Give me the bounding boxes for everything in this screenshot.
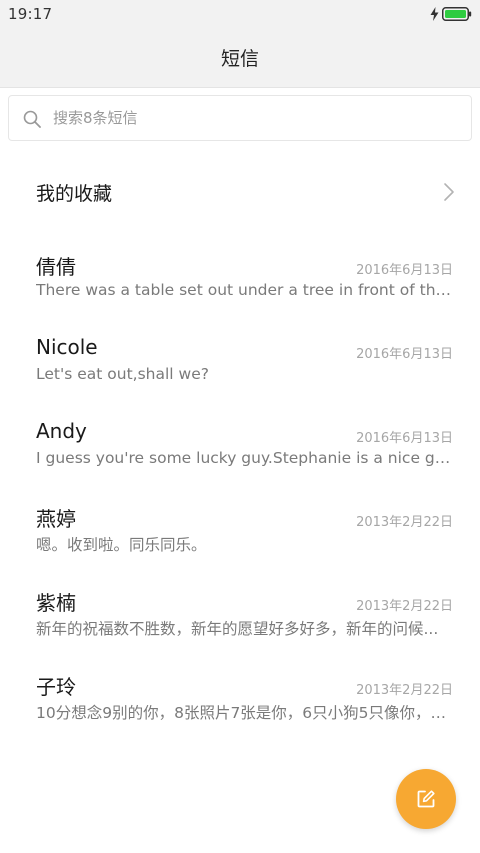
conversation-item[interactable]: 紫楠 2013年2月22日 新年的祝福数不胜数，新年的愿望好多好多，新年的问候.…: [0, 579, 480, 663]
contact-name: 燕婷: [36, 507, 76, 531]
contact-name: Nicole: [36, 335, 98, 359]
message-snippet: Let's eat out,shall we?: [36, 365, 209, 383]
message-date: 2016年6月13日: [356, 263, 453, 278]
chevron-right-icon: [444, 183, 454, 201]
page-title: 短信: [220, 48, 259, 70]
app-header: 19:17 短信: [0, 0, 480, 88]
message-date: 2013年2月22日: [356, 599, 453, 614]
message-date: 2016年6月13日: [356, 347, 453, 362]
status-indicators: [430, 6, 472, 22]
compose-button[interactable]: [396, 769, 456, 829]
conversation-item[interactable]: Andy 2016年6月13日 I guess you're some luck…: [0, 411, 480, 495]
search-icon: [23, 110, 41, 128]
compose-icon: [417, 790, 435, 808]
message-snippet: 新年的祝福数不胜数，新年的愿望好多好多，新年的问候...: [36, 620, 439, 638]
status-time: 19:17: [8, 5, 53, 23]
message-snippet: 10分想念9别的你，8张照片7张是你，6只小狗5只像你，4...: [36, 704, 452, 722]
message-snippet: I guess you're some lucky guy.Stephanie …: [36, 449, 452, 467]
favorites-label: 我的收藏: [36, 183, 113, 205]
status-bar: 19:17: [0, 0, 480, 28]
contact-name: 子玲: [36, 675, 76, 699]
search-input[interactable]: [53, 96, 453, 140]
battery-charging-icon: [442, 7, 472, 21]
contact-name: Andy: [36, 419, 87, 443]
message-date: 2016年6月13日: [356, 431, 453, 446]
message-date: 2013年2月22日: [356, 515, 453, 530]
conversation-item[interactable]: 倩倩 2016年6月13日 There was a table set out …: [0, 243, 480, 327]
conversation-item[interactable]: 燕婷 2013年2月22日 嗯。收到啦。同乐同乐。: [0, 495, 480, 579]
message-snippet: There was a table set out under a tree i…: [36, 281, 452, 299]
conversation-item[interactable]: 子玲 2013年2月22日 10分想念9别的你，8张照片7张是你，6只小狗5只像…: [0, 663, 480, 747]
favorites-row[interactable]: 我的收藏: [0, 160, 480, 224]
conversation-list: 倩倩 2016年6月13日 There was a table set out …: [0, 243, 480, 747]
message-snippet: 嗯。收到啦。同乐同乐。: [36, 536, 207, 554]
contact-name: 倩倩: [36, 255, 76, 279]
conversation-item[interactable]: Nicole 2016年6月13日 Let's eat out,shall we…: [0, 327, 480, 411]
search-box[interactable]: [8, 95, 472, 141]
bolt-icon: [430, 7, 439, 21]
message-date: 2013年2月22日: [356, 683, 453, 698]
contact-name: 紫楠: [36, 591, 76, 615]
